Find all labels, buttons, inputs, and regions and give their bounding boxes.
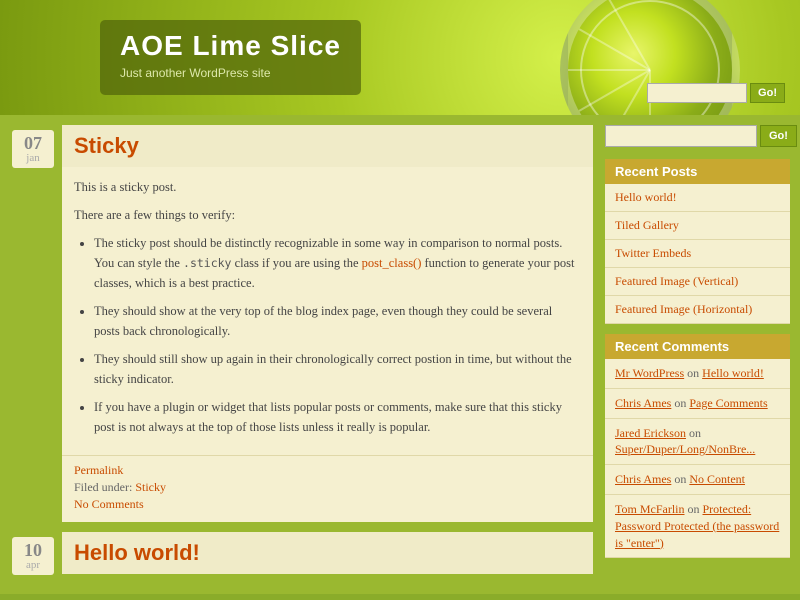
comment-item: Chris Ames on No Content [605,465,790,495]
list-item: Tiled Gallery [605,212,790,240]
bullet-item: The sticky post should be distinctly rec… [94,233,581,293]
recent-comments-title: Recent Comments [605,334,790,359]
post-sticky: Sticky This is a sticky post. There are … [62,125,593,522]
site-title: AOE Lime Slice [120,30,341,62]
comment-item: Mr WordPress on Hello world! [605,359,790,389]
list-item: Twitter Embeds [605,240,790,268]
recent-post-link[interactable]: Hello world! [605,184,790,211]
post-intro2: There are a few things to verify: [74,205,581,225]
post-bullets: The sticky post should be distinctly rec… [94,233,581,437]
comment-post-link[interactable]: No Content [689,472,745,486]
page-wrapper: AOE Lime Slice Just another WordPress si… [0,0,800,594]
comment-author-link[interactable]: Chris Ames [615,472,671,486]
header-title-box: AOE Lime Slice Just another WordPress si… [100,20,361,95]
post-date-day-2: 10 [14,541,52,559]
recent-comments-widget: Recent Comments Mr WordPress on Hello wo… [605,334,790,558]
sidebar-search-form: Go! [605,125,790,147]
header-search-input[interactable] [647,83,747,103]
comment-on: on [674,396,689,410]
bullet-item: If you have a plugin or widget that list… [94,397,581,437]
list-item: Featured Image (Horizontal) [605,296,790,324]
recent-posts-title: Recent Posts [605,159,790,184]
comment-on: on [674,472,689,486]
post-class-link[interactable]: post_class() [362,256,422,270]
list-item: Hello world! [605,184,790,212]
bullet-item: They should show at the very top of the … [94,301,581,341]
comment-post-link[interactable]: Page Comments [689,396,767,410]
post-date-badge-2: 10 apr [12,537,54,575]
filed-under-label: Filed under: [74,480,132,494]
main-container: 07 jan Sticky This is a sticky post. The… [0,115,800,594]
comment-on: on [688,502,703,516]
post-permalink[interactable]: Permalink [74,463,123,477]
post-date-month-2: apr [14,559,52,571]
list-item: Featured Image (Vertical) [605,268,790,296]
post-date-month: jan [14,152,52,164]
site-tagline: Just another WordPress site [120,66,341,80]
comment-author-link[interactable]: Chris Ames [615,396,671,410]
comment-item: Jared Erickson on Super/Duper/Long/NonBr… [605,419,790,466]
comment-item: Chris Ames on Page Comments [605,389,790,419]
recent-post-link[interactable]: Twitter Embeds [605,240,790,267]
lime-segment [568,69,650,71]
post-title-bar-2: Hello world! [62,532,593,574]
post-title: Sticky [74,133,581,159]
post-title-2: Hello world! [74,540,581,566]
recent-post-link[interactable]: Featured Image (Horizontal) [605,296,790,323]
post-comments-link[interactable]: No Comments [74,497,581,512]
comment-on: on [687,366,702,380]
comment-post-link[interactable]: Super/Duper/Long/NonBre... [615,442,755,456]
comment-post-link[interactable]: Hello world! [702,366,764,380]
post-date-badge: 07 jan [12,130,54,168]
comment-item: Tom McFarlin on Protected: Password Prot… [605,495,790,558]
sidebar-search-input[interactable] [605,125,757,147]
header-search-form: Go! [647,83,785,103]
recent-post-link[interactable]: Tiled Gallery [605,212,790,239]
header-search-button[interactable]: Go! [750,83,785,103]
recent-posts-widget: Recent Posts Hello world! Tiled Gallery … [605,159,790,324]
post-hello-world: Hello world! [62,532,593,574]
post-intro1: This is a sticky post. [74,177,581,197]
sidebar-search-button[interactable]: Go! [760,125,797,147]
recent-post-link[interactable]: Featured Image (Vertical) [605,268,790,295]
post-body: This is a sticky post. There are a few t… [62,167,593,455]
comment-author-link[interactable]: Mr WordPress [615,366,684,380]
site-header: AOE Lime Slice Just another WordPress si… [0,0,800,115]
post-filed: Filed under: Sticky [74,480,581,495]
comment-on: on [689,426,701,440]
comment-author-link[interactable]: Tom McFarlin [615,502,685,516]
content-area: 07 jan Sticky This is a sticky post. The… [10,125,593,584]
sidebar: Go! Recent Posts Hello world! Tiled Gall… [605,125,790,584]
post-date-day: 07 [14,134,52,152]
post-title-bar: Sticky [62,125,593,167]
bullet-item: They should still show up again in their… [94,349,581,389]
comment-author-link[interactable]: Jared Erickson [615,426,686,440]
post-category-link[interactable]: Sticky [135,480,166,494]
recent-posts-list: Hello world! Tiled Gallery Twitter Embed… [605,184,790,324]
post-meta: Permalink Filed under: Sticky No Comment… [62,455,593,522]
